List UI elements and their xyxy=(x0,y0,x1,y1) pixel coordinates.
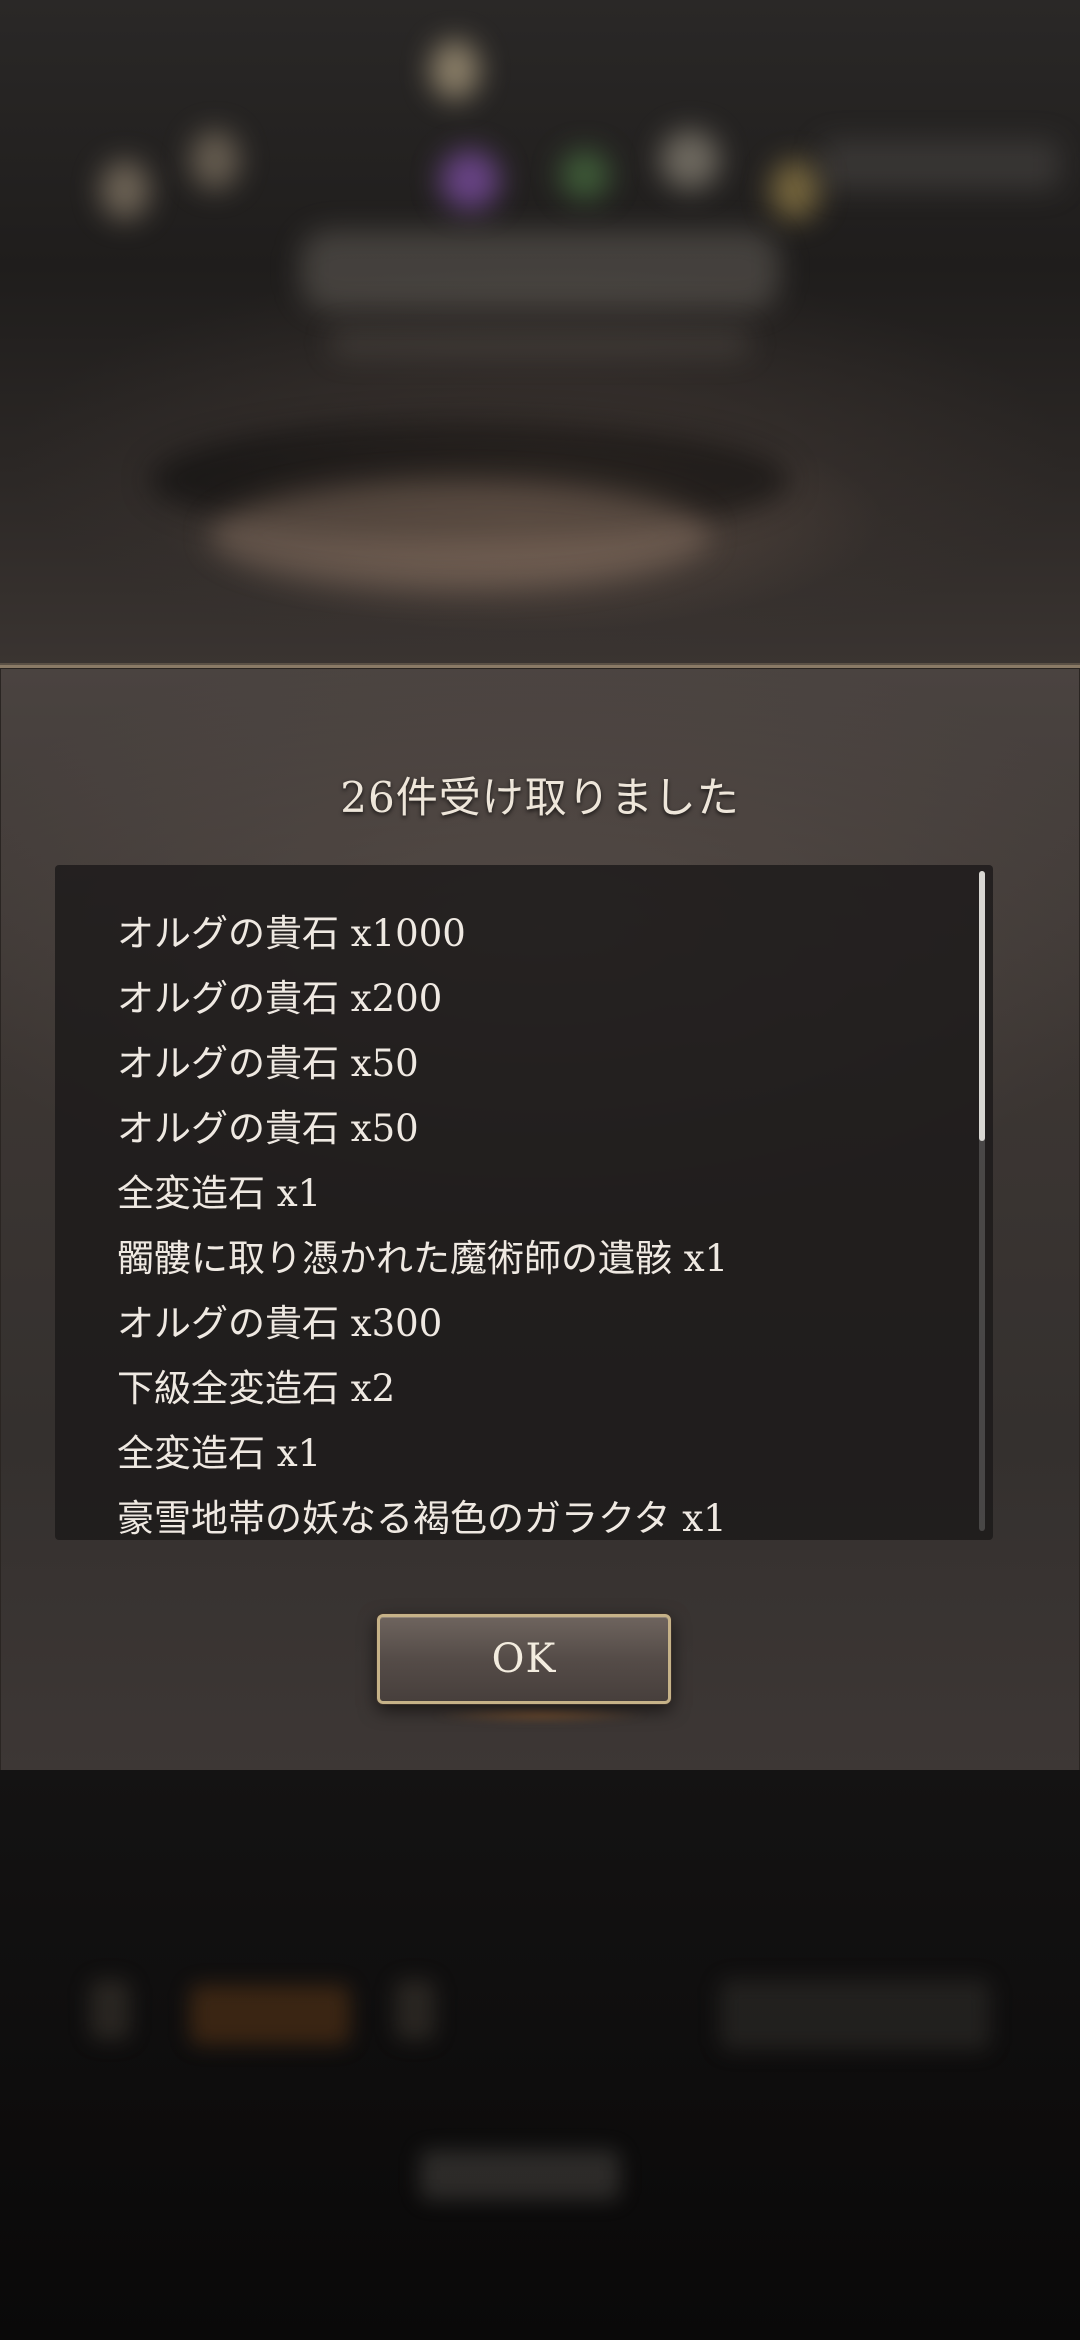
dialog-title: 26件受け取りました xyxy=(340,773,740,822)
rewards-dialog: 26件受け取りました オルグの貴石 x1000 オルグの貴石 x200 オルグの… xyxy=(0,665,1080,1776)
list-item: 全変造石 x1 xyxy=(117,1432,322,1475)
list-item: オルグの貴石 x50 xyxy=(117,1042,419,1085)
list-item: 豪雪地帯の妖なる褐色のガラクタ x1 xyxy=(117,1497,727,1540)
list-item: オルグの貴石 x300 xyxy=(117,1302,443,1345)
list-item: 全変造石 x1 xyxy=(117,1172,322,1215)
screen: 26件受け取りました オルグの貴石 x1000 オルグの貴石 x200 オルグの… xyxy=(0,0,1080,2340)
blurred-background-bottom xyxy=(0,1770,1080,2340)
list-item: オルグの貴石 x50 xyxy=(117,1107,419,1150)
list-item: 髑髏に取り憑かれた魔術師の遺骸 x1 xyxy=(117,1237,729,1280)
ok-button[interactable]: OK xyxy=(377,1614,671,1704)
list-item: オルグの貴石 x200 xyxy=(117,977,443,1020)
scrollbar[interactable] xyxy=(979,871,985,1531)
list-item: 下級全変造石 x2 xyxy=(117,1367,396,1410)
list-item: オルグの貴石 x1000 xyxy=(117,912,466,955)
scrollbar-thumb[interactable] xyxy=(979,871,985,1141)
button-glow xyxy=(430,1708,650,1722)
rewards-list: オルグの貴石 x1000 オルグの貴石 x200 オルグの貴石 x50 オルグの… xyxy=(117,905,953,1540)
rewards-list-box[interactable]: オルグの貴石 x1000 オルグの貴石 x200 オルグの貴石 x50 オルグの… xyxy=(55,865,993,1540)
blurred-background-top xyxy=(0,0,1080,665)
